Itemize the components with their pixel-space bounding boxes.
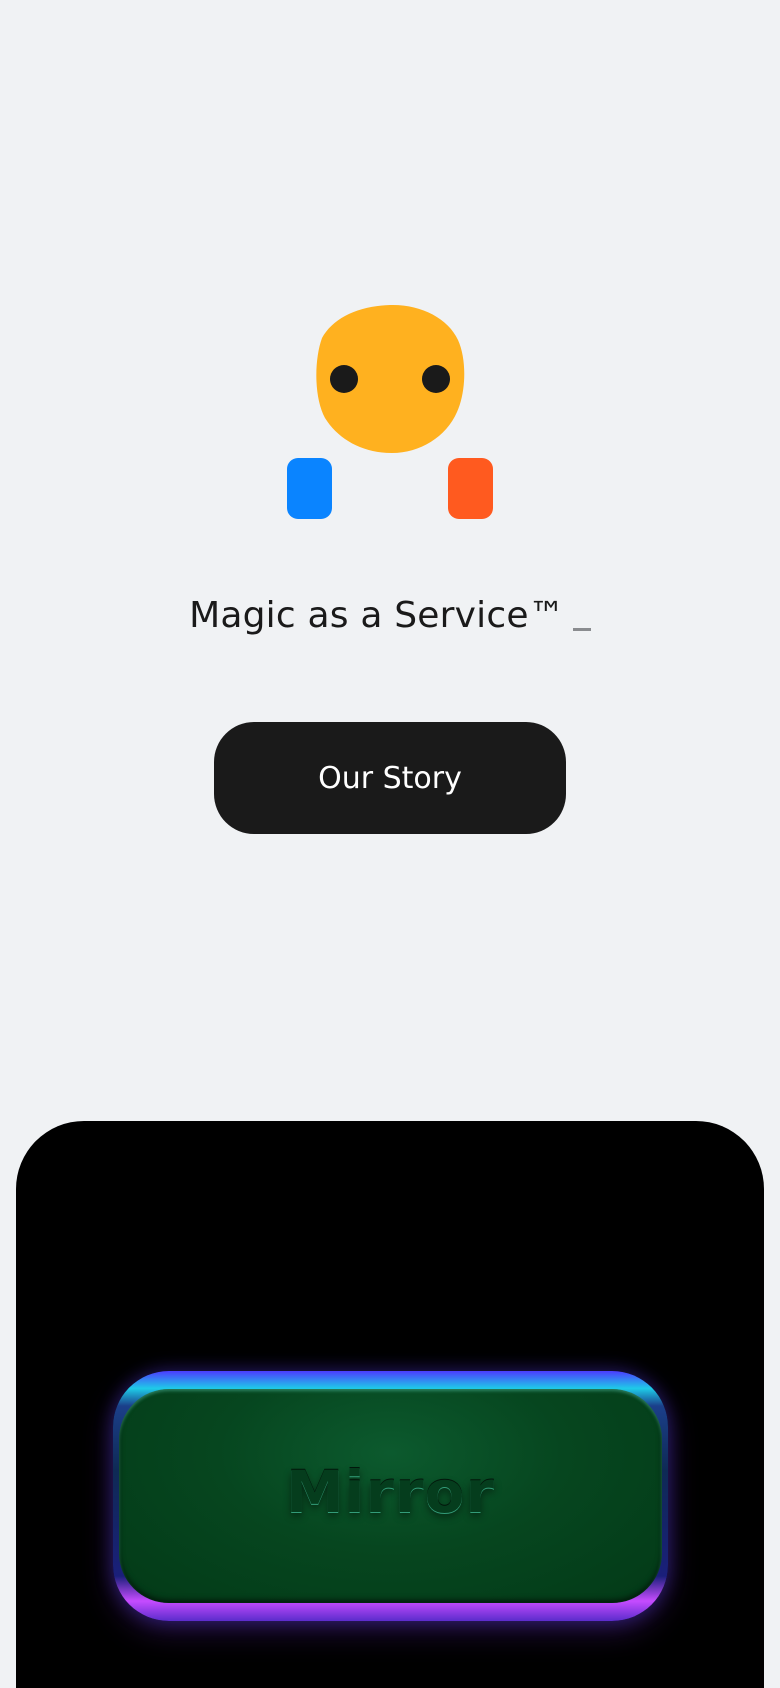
mascot-right-hand <box>448 458 493 519</box>
mascot-illustration <box>0 0 780 560</box>
mirror-tile-label: Mirror <box>285 1458 496 1526</box>
hero-tagline: Magic as a Service™ <box>0 592 780 640</box>
mirror-tile[interactable]: Mirror <box>113 1371 668 1621</box>
page: Magic as a Service™ Our Story Mirror <box>0 0 780 1688</box>
tagline-text: Magic as a Service™ <box>189 595 565 636</box>
mascot-right-eye <box>422 365 450 393</box>
typing-cursor <box>572 628 591 631</box>
mascot-left-hand <box>287 458 332 519</box>
mascot-left-eye <box>330 365 358 393</box>
mascot-svg <box>287 304 493 519</box>
mirror-tile-face: Mirror <box>119 1389 662 1603</box>
showcase-card: Mirror <box>16 1121 764 1688</box>
our-story-button[interactable]: Our Story <box>214 722 566 834</box>
